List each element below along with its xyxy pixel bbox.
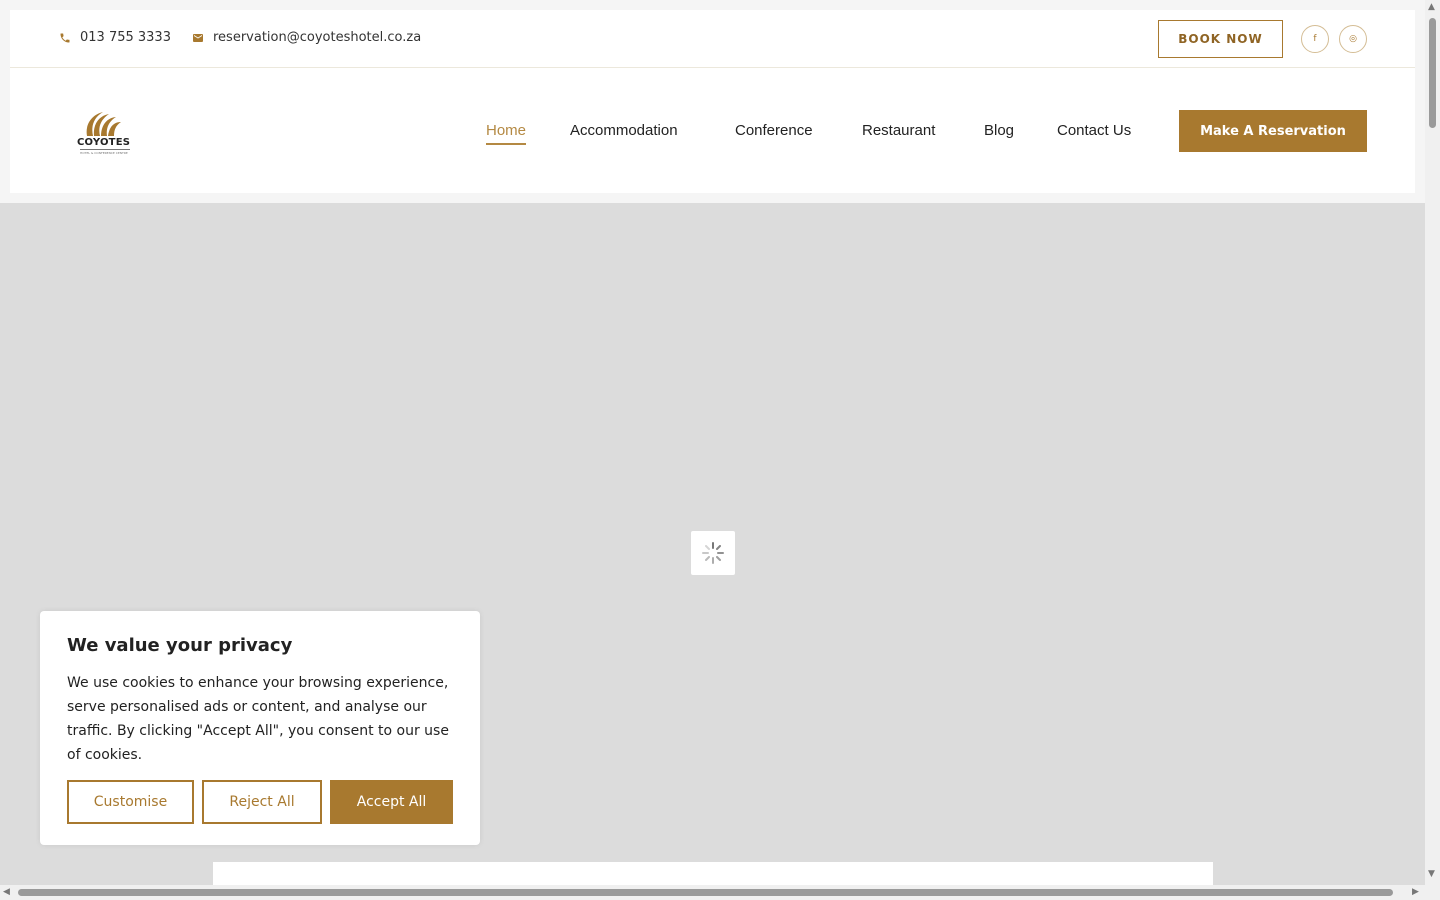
nav-home[interactable]: Home: [486, 122, 527, 145]
nav-contact-us[interactable]: Contact Us: [1057, 122, 1131, 139]
book-now-button[interactable]: BOOK NOW: [1158, 20, 1283, 58]
accept-all-button[interactable]: Accept All: [330, 780, 453, 824]
cookie-actions: Customise Reject All Accept All: [67, 780, 453, 824]
nav-blog[interactable]: Blog: [984, 122, 1014, 139]
phone-icon: [60, 33, 70, 42]
horizontal-scrollbar[interactable]: ◀ ▶: [0, 885, 1440, 900]
nav-conference[interactable]: Conference: [735, 122, 813, 139]
phone-number: 013 755 3333: [80, 30, 171, 45]
email-address: reservation@coyoteshotel.co.za: [213, 30, 422, 45]
logo-subtitle: HOTEL & CONFERENCE CENTRE: [80, 149, 130, 155]
content-card-edge: [213, 862, 1213, 885]
cookie-consent-banner: We value your privacy We use cookies to …: [40, 611, 480, 845]
page-viewport: 013 755 3333 reservation@coyoteshotel.co…: [0, 0, 1425, 885]
vertical-scrollbar[interactable]: ▲ ▼: [1425, 0, 1440, 885]
scroll-left-icon[interactable]: ◀: [3, 887, 10, 897]
logo-name: COYOTES: [77, 137, 131, 148]
site-header: 013 755 3333 reservation@coyoteshotel.co…: [10, 10, 1415, 193]
cookie-title: We value your privacy: [67, 635, 293, 656]
instagram-icon[interactable]: ◎: [1339, 25, 1367, 53]
horizontal-scroll-thumb[interactable]: [18, 889, 1393, 896]
customise-button[interactable]: Customise: [67, 780, 194, 824]
nav-accommodation[interactable]: Accommodation: [570, 122, 678, 139]
top-bar: 013 755 3333 reservation@coyoteshotel.co…: [10, 10, 1415, 68]
nav-restaurant[interactable]: Restaurant: [862, 122, 935, 139]
vertical-scroll-thumb[interactable]: [1429, 18, 1436, 128]
email-contact[interactable]: reservation@coyoteshotel.co.za: [192, 30, 421, 45]
facebook-icon[interactable]: f: [1301, 25, 1329, 53]
loading-spinner: [691, 531, 735, 575]
make-reservation-button[interactable]: Make A Reservation: [1179, 110, 1367, 152]
cookie-body: We use cookies to enhance your browsing …: [67, 675, 449, 763]
scroll-down-icon[interactable]: ▼: [1428, 869, 1435, 879]
mail-icon: [193, 33, 203, 42]
reject-all-button[interactable]: Reject All: [202, 780, 322, 824]
phone-contact[interactable]: 013 755 3333: [59, 30, 171, 45]
spinner-icon: [702, 542, 724, 564]
scroll-up-icon[interactable]: ▲: [1428, 2, 1435, 12]
scroll-right-icon[interactable]: ▶: [1412, 887, 1419, 897]
